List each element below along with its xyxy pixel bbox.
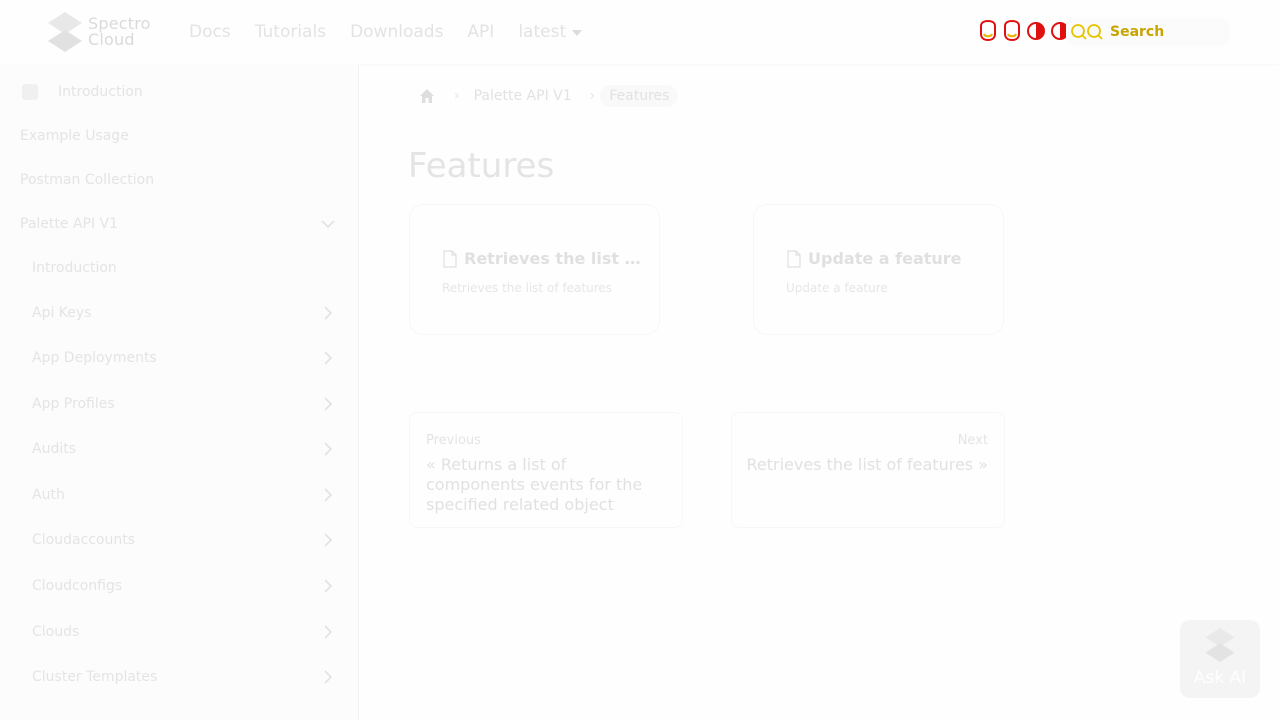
document-icon [443, 249, 457, 268]
version-dropdown[interactable]: latest [518, 22, 583, 42]
pagination-next-label: Next [957, 433, 988, 448]
doc-card-title: Retrieves the list of features [442, 249, 642, 268]
theme-toggle-icon[interactable] [1026, 20, 1046, 42]
sidebar-item-clouds[interactable]: Clouds [0, 610, 358, 654]
github-icon[interactable] [978, 20, 998, 42]
sidebar-item-label: Palette API V1 [20, 216, 119, 232]
pagination-previous-title: « Returns a list of components events fo… [426, 455, 643, 514]
spectro-cloud-logo-icon [48, 12, 82, 52]
pagination-next[interactable]: Next Retrieves the list of features » [731, 412, 1005, 528]
ask-ai-button[interactable]: Ask AI [1180, 620, 1260, 698]
sidebar-item-label: Cloudconfigs [32, 578, 123, 594]
breadcrumb-parent[interactable]: Palette API V1 [474, 88, 572, 104]
sidebar-item-v1-introduction[interactable]: Introduction [0, 246, 358, 290]
nav-link-docs[interactable]: Docs [189, 22, 231, 42]
sidebar-item-label: Introduction [58, 84, 143, 100]
doc-card-title-text: Retrieves the list of features [464, 249, 642, 268]
docs-sidebar: Introduction Example Usage Postman Colle… [0, 64, 359, 720]
spectro-cloud-logo-icon [1205, 628, 1235, 662]
sidebar-item-label: Api Keys [32, 305, 92, 321]
page-title: Features [408, 146, 555, 186]
doc-card-title-text: Update a feature [808, 249, 962, 268]
chevron-right-icon [324, 625, 333, 639]
search-button[interactable]: Search [1066, 18, 1230, 46]
search-icon [1071, 24, 1103, 40]
doc-card-title: Update a feature [786, 249, 986, 268]
sidebar-item-label: Postman Collection [20, 172, 155, 188]
chevron-right-icon [324, 351, 333, 365]
chevron-right-icon [324, 306, 333, 320]
sidebar-item-app-deployments[interactable]: App Deployments [0, 336, 358, 380]
community-icon[interactable] [1002, 20, 1022, 42]
nav-link-api[interactable]: API [467, 22, 494, 42]
sidebar-item-label: Cloudaccounts [32, 532, 136, 548]
chevron-right-icon [324, 579, 333, 593]
brand-name: Spectro Cloud [88, 16, 151, 48]
sidebar-item-label: Introduction [32, 260, 117, 276]
breadcrumb-separator-icon: › [454, 88, 460, 104]
doc-card-update-feature[interactable]: Update a feature Update a feature [753, 204, 1004, 335]
sidebar-item-introduction[interactable]: Introduction [0, 70, 358, 114]
main-content: › Palette API V1 › Features Features Ret… [360, 64, 1280, 720]
sidebar-item-label: Example Usage [20, 128, 129, 144]
sidebar-item-label: Cluster Templates [32, 669, 158, 685]
chevron-right-icon [324, 670, 333, 684]
nav-link-downloads[interactable]: Downloads [350, 22, 443, 42]
sidebar-item-label: App Deployments [32, 350, 157, 366]
pagination-previous[interactable]: Previous « Returns a list of components … [409, 412, 683, 528]
primary-nav: Docs Tutorials Downloads API latest [189, 0, 583, 64]
chevron-right-icon [324, 533, 333, 547]
sidebar-item-label: Clouds [32, 624, 80, 640]
sidebar-item-label: Auth [32, 487, 65, 503]
chevron-right-icon [324, 488, 333, 502]
sidebar-item-cloudaccounts[interactable]: Cloudaccounts [0, 518, 358, 562]
brand-name-line2: Cloud [88, 30, 135, 49]
brand-logo[interactable]: Spectro Cloud [48, 12, 158, 52]
sidebar-item-cluster-templates[interactable]: Cluster Templates [0, 655, 358, 699]
nav-link-tutorials[interactable]: Tutorials [255, 22, 326, 42]
sidebar-item-example-usage[interactable]: Example Usage [0, 114, 358, 158]
breadcrumb-current: Features [600, 85, 679, 107]
pagination-previous-label: Previous [426, 433, 481, 448]
sidebar-item-label: Audits [32, 441, 77, 457]
doc-card-list-features[interactable]: Retrieves the list of features Retrieves… [409, 204, 660, 335]
chevron-down-icon [321, 220, 335, 229]
sidebar-item-cloudconfigs[interactable]: Cloudconfigs [0, 564, 358, 608]
home-icon[interactable] [418, 87, 436, 105]
api-doc-icon [22, 84, 38, 100]
caret-down-icon [572, 30, 583, 36]
search-label: Search [1110, 24, 1165, 40]
doc-card-description: Retrieves the list of features [442, 281, 612, 295]
sidebar-item-audits[interactable]: Audits [0, 427, 358, 471]
chevron-right-icon [324, 442, 333, 456]
top-navbar: Spectro Cloud Docs Tutorials Downloads A… [0, 0, 1280, 64]
sidebar-item-api-keys[interactable]: Api Keys [0, 291, 358, 335]
version-dropdown-label: latest [518, 22, 567, 42]
sidebar-item-auth[interactable]: Auth [0, 473, 358, 517]
sidebar-item-palette-api-v1[interactable]: Palette API V1 [0, 202, 358, 246]
nav-icon-group [978, 20, 1070, 42]
document-icon [787, 249, 801, 268]
breadcrumb-separator-icon: › [589, 88, 596, 104]
pagination-next-title: Retrieves the list of features » [746, 455, 988, 474]
sidebar-item-app-profiles[interactable]: App Profiles [0, 382, 358, 426]
sidebar-item-postman-collection[interactable]: Postman Collection [0, 158, 358, 202]
chevron-right-icon [324, 397, 333, 411]
sidebar-item-label: App Profiles [32, 396, 115, 412]
breadcrumb: › Palette API V1 › Features [418, 84, 679, 108]
doc-card-description: Update a feature [786, 281, 888, 295]
ask-ai-label: Ask AI [1193, 668, 1247, 688]
